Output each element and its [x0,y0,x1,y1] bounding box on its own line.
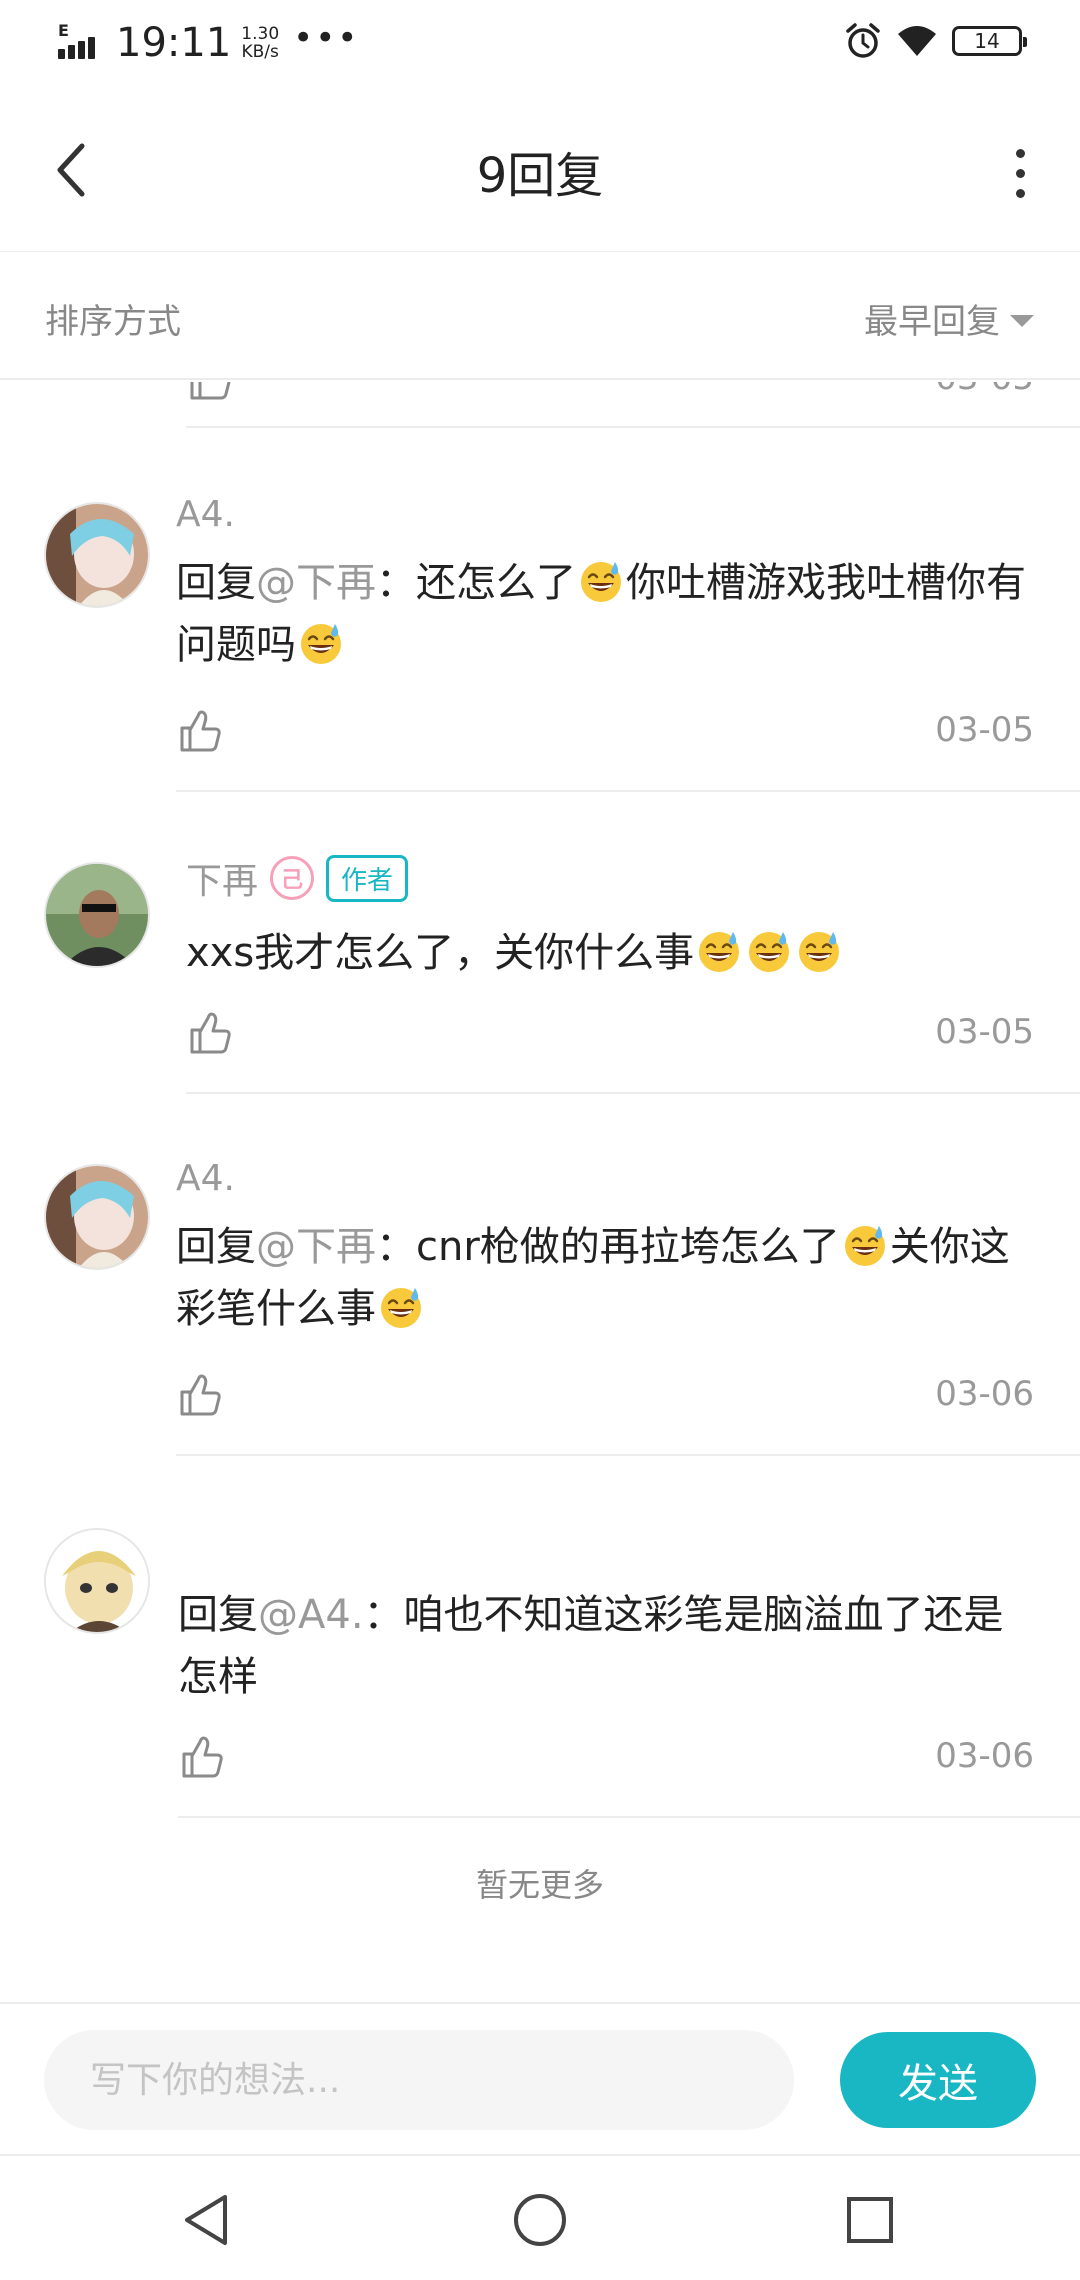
reply-content: 回复@A4.：咱也不知道这彩笔是脑溢血了还是怎样 [178,1584,1038,1708]
thumbs-up-icon[interactable] [176,706,226,756]
colon: ： [376,1224,416,1270]
grin-sweat-emoji [696,928,742,974]
thumbs-up-icon[interactable] [176,1370,226,1420]
reply-content: 回复@下再：还怎么了 你吐槽游戏我吐槽你有问题吗 [176,552,1036,676]
divider [176,1454,1080,1456]
no-more-text: 暂无更多 [475,1866,604,1904]
divider [186,1092,1080,1094]
avatar[interactable] [44,1164,150,1270]
author-badge: 作者 [326,854,409,902]
network-speed: 1.30 KB/s [241,25,279,61]
system-nav-bar [0,2154,1080,2280]
avatar[interactable] [44,502,150,608]
page-title: 9回复 [476,148,604,204]
grin-sweat-emoji [298,620,344,666]
mention-link[interactable]: @下再 [256,560,376,606]
reply-prefix: 回复 [178,1592,258,1638]
mention-link[interactable]: @A4. [258,1592,364,1638]
user-name[interactable]: 下再 [186,852,258,904]
user-name[interactable]: A4. [176,494,235,535]
grin-sweat-emoji [796,928,842,974]
more-vertical-icon[interactable] [1000,138,1040,208]
reply-date: 03-05 [935,382,1034,398]
wifi-icon [898,26,936,56]
status-bar: E 19:11 1.30 KB/s ••• 14 [0,0,1080,90]
reply-text: 还怎么了 [416,560,576,606]
divider [186,426,1080,428]
speed-value: 1.30 [241,24,280,44]
reply-date: 03-05 [935,710,1034,750]
colon: ： [363,1592,404,1638]
reply-text: cnr枪做的再拉垮怎么了 [416,1224,840,1270]
nav-home-button[interactable] [500,2180,580,2260]
nav-recent-icon [847,2197,893,2243]
nav-back-icon [185,2195,227,2245]
sort-dropdown[interactable]: 最早回复 [864,294,1034,343]
grin-sweat-emoji [842,1222,888,1268]
reply-date: 03-06 [935,1374,1034,1414]
notification-dots: ••• [293,18,360,58]
avatar[interactable] [44,862,150,968]
nav-back-button[interactable] [166,2180,246,2260]
level-icon: 己 [270,856,315,900]
status-left: E 19:11 1.30 KB/s ••• [58,18,360,66]
thumbs-up-icon[interactable] [186,1008,236,1058]
reply-date: 03-06 [935,1736,1034,1776]
reply-prefix: 回复 [176,1224,256,1270]
comment-header: A4. [176,494,235,535]
mention-link[interactable]: @下再 [256,1224,376,1270]
comment-header: 下再 己 作者 [186,852,409,904]
thumbs-up-icon[interactable] [186,382,236,404]
speed-unit: KB/s [241,42,279,62]
reply-input-bar: 发送 [0,2002,1080,2154]
battery-level: 14 [974,29,1000,53]
avatar[interactable] [44,1528,150,1634]
grin-sweat-emoji [378,1284,424,1330]
reply-prefix: 回复 [176,560,256,606]
title-bar: 9回复 [0,90,1080,252]
grin-sweat-emoji [746,928,792,974]
sort-bar: 排序方式 最早回复 [0,252,1080,380]
battery-icon: 14 [952,26,1027,56]
thumbs-up-icon[interactable] [178,1732,228,1782]
grin-sweat-emoji [578,558,624,604]
reply-content: 回复@下再：cnr枪做的再拉垮怎么了 关你这彩笔什么事 [176,1216,1036,1340]
caret-down-icon [1010,314,1034,327]
status-right: 14 [844,22,1027,60]
divider [178,1816,1080,1818]
reply-content: xxs我才怎么了，关你什么事 [186,922,1036,984]
colon: ： [376,560,416,606]
nav-recent-button[interactable] [830,2180,910,2260]
network-type: E [58,21,69,40]
comment-header: A4. [176,1158,235,1199]
clock: 19:11 [116,20,232,66]
user-name[interactable]: A4. [176,1158,235,1199]
signal-icon: E [58,21,106,63]
sort-selected: 最早回复 [864,302,1000,342]
reply-list[interactable]: 03-05 A4. 回复@下再：还怎么了你吐槽游戏我吐槽你有问题吗 03-05 [0,382,1080,2002]
alarm-icon [846,23,880,58]
sort-label: 排序方式 [45,302,181,342]
reply-input[interactable] [44,2030,794,2130]
reply-date: 03-05 [935,1012,1034,1052]
send-button[interactable]: 发送 [840,2032,1036,2128]
list-item-partial: 03-05 [0,382,1080,428]
nav-home-icon [514,2194,566,2246]
divider [176,790,1080,792]
reply-text: xxs我才怎么了，关你什么事 [186,930,695,976]
